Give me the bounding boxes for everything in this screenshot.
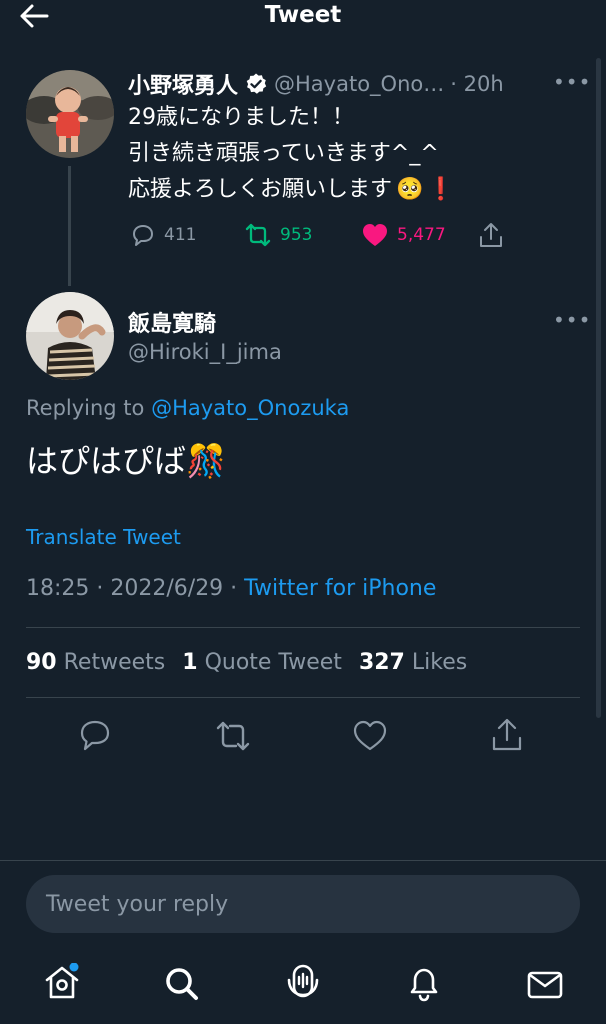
divider [26, 627, 580, 628]
divider [0, 860, 606, 861]
retweets-stat[interactable]: 90 Retweets [26, 650, 165, 675]
thread-line [68, 166, 71, 286]
verified-badge-icon [244, 72, 268, 96]
heart-filled-icon [363, 224, 387, 246]
parent-tweet-header: 小野塚勇人 @Hayato_Ono… · 20h [128, 68, 504, 100]
engagement-stats: 90 Retweets 1 Quote Tweet 327 Likes [26, 650, 477, 675]
author-name[interactable]: 飯島寛騎 [128, 306, 216, 338]
more-options-icon[interactable]: ••• [553, 70, 591, 94]
parent-tweet-line-1: 29歳になりました！！ [128, 105, 354, 130]
tweet-time-date: 18:25 · 2022/6/29 · [26, 576, 238, 601]
tweet-timestamp: 18:25 · 2022/6/29 · Twitter for iPhone [26, 576, 436, 601]
quote-tweets-stat[interactable]: 1 Quote Tweet [182, 650, 342, 675]
search-icon[interactable] [162, 964, 202, 1004]
replying-prefix: Replying to [26, 396, 145, 420]
retweet-icon[interactable] [214, 719, 252, 753]
messages-icon[interactable] [525, 965, 565, 1005]
spaces-icon[interactable] [283, 962, 323, 1002]
retweet-action[interactable]: 953 [244, 222, 312, 248]
retweet-icon [245, 223, 271, 247]
parent-tweet-line-3-wrap: 応援よろしくお願いします 🥺 ❗ [128, 172, 455, 208]
scrollbar[interactable] [596, 58, 601, 718]
parent-tweet-line-2: 引き続き頑張っていきます^_^ [128, 141, 439, 166]
notifications-icon[interactable] [404, 964, 444, 1004]
tweet-text: はぴはぴば [26, 442, 187, 480]
parent-author-handle[interactable]: @Hayato_Ono… [274, 72, 444, 96]
translate-tweet-link[interactable]: Translate Tweet [26, 525, 181, 549]
parent-tweet-line-3: 応援よろしくお願いします [128, 177, 393, 202]
home-icon[interactable] [42, 962, 82, 1003]
reply-icon [133, 225, 153, 246]
parent-tweet-time[interactable]: · 20h [450, 72, 503, 96]
parent-author-name[interactable]: 小野塚勇人 [128, 68, 238, 100]
exclamation-emoji: ❗ [427, 177, 455, 202]
avatar-author[interactable] [26, 292, 114, 380]
likes-stat[interactable]: 327 Likes [359, 650, 467, 675]
replying-to-line: Replying to @Hayato_Onozuka [26, 396, 349, 420]
reply-count: 411 [164, 225, 197, 245]
retweet-count: 953 [280, 225, 313, 245]
confetti-emoji: 🎊 [186, 442, 226, 480]
pleading-face-emoji: 🥺 [396, 177, 424, 202]
like-action[interactable]: 5,477 [361, 222, 446, 248]
like-icon[interactable] [352, 719, 388, 753]
author-handle[interactable]: @Hiroki_I_jima [128, 340, 282, 364]
divider [26, 697, 580, 698]
reply-icon[interactable] [78, 718, 112, 752]
share-icon[interactable] [490, 717, 524, 753]
reply-mention-link[interactable]: @Hayato_Onozuka [151, 396, 349, 420]
avatar-parent[interactable] [26, 70, 114, 158]
more-options-icon[interactable]: ••• [553, 308, 591, 332]
like-count: 5,477 [397, 225, 446, 245]
tweet-source-link[interactable]: Twitter for iPhone [244, 576, 436, 601]
reply-input[interactable]: Tweet your reply [26, 875, 580, 933]
top-bar: Tweet [0, 0, 606, 34]
share-action[interactable] [478, 221, 504, 249]
page-title: Tweet [264, 2, 342, 28]
tweet-body: はぴはぴば🎊 [26, 436, 226, 482]
reply-action[interactable]: 411 [130, 222, 196, 248]
share-icon [480, 223, 502, 247]
